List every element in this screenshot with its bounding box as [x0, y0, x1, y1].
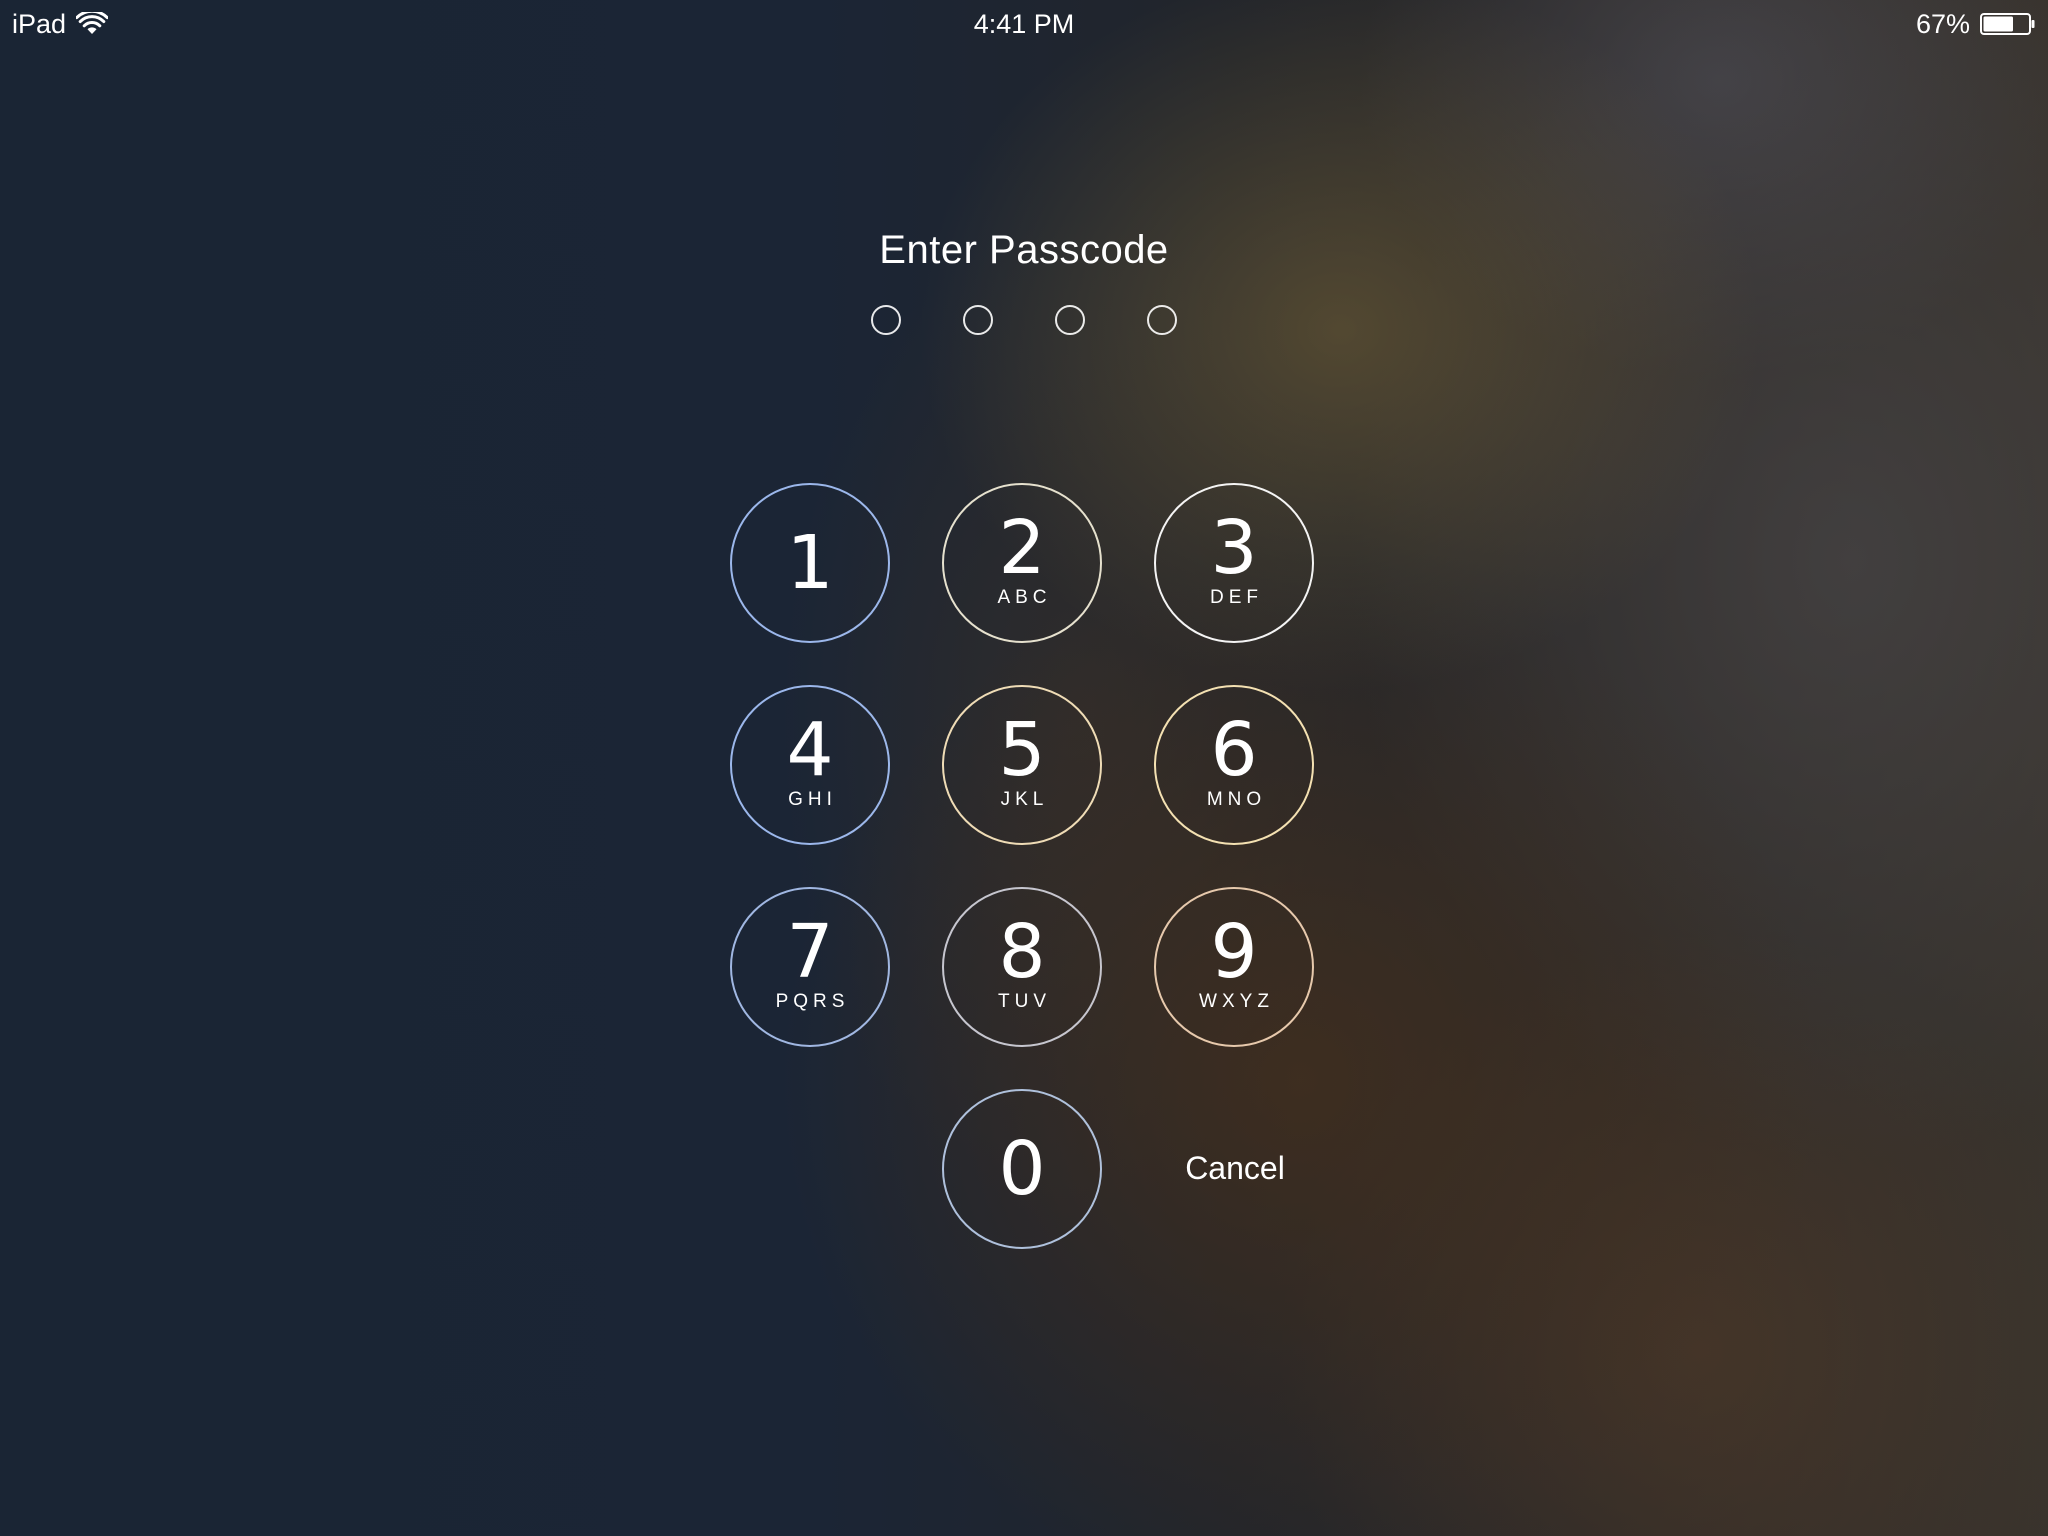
key-letters: ABC — [997, 587, 1052, 608]
passcode-dot — [1055, 305, 1085, 335]
key-digit: 6 — [1210, 707, 1258, 793]
passcode-dot — [871, 305, 901, 335]
status-bar: iPad 4:41 PM 67% — [0, 0, 2048, 48]
battery-percent: 67% — [1915, 9, 1970, 39]
key-letters: MNO — [1206, 789, 1267, 810]
page-title: Enter Passcode — [879, 228, 1169, 272]
key-letters: TUV — [998, 991, 1051, 1012]
battery-status: 67% — [1916, 8, 2036, 40]
key-digit: 8 — [998, 909, 1046, 995]
key-digit: 4 — [786, 707, 834, 793]
key-digit: 7 — [786, 909, 834, 995]
battery-icon — [1980, 13, 2035, 35]
cancel-button[interactable]: Cancel — [1155, 1148, 1315, 1188]
key-4[interactable]: 4 GHI — [730, 685, 890, 845]
passcode-indicator — [0, 305, 2048, 337]
key-8[interactable]: 8 TUV — [942, 887, 1102, 1047]
key-digit: 0 — [998, 1126, 1046, 1212]
key-7[interactable]: 7 PQRS — [730, 887, 890, 1047]
passcode-dot — [1147, 305, 1177, 335]
keypad: 1 2 ABC 3 DEF 4 GHI 5 JKL 6 MNO 7 PQRS 8… — [730, 483, 1318, 1253]
key-digit: 3 — [1210, 505, 1258, 591]
key-3[interactable]: 3 DEF — [1154, 483, 1314, 643]
key-letters: DEF — [1210, 587, 1263, 608]
key-digit: 9 — [1210, 909, 1258, 995]
key-5[interactable]: 5 JKL — [942, 685, 1102, 845]
passcode-dot — [963, 305, 993, 335]
key-digit: 1 — [786, 520, 834, 606]
key-letters: GHI — [788, 789, 837, 810]
key-letters: WXYZ — [1199, 991, 1274, 1012]
key-2[interactable]: 2 ABC — [942, 483, 1102, 643]
key-6[interactable]: 6 MNO — [1154, 685, 1314, 845]
key-9[interactable]: 9 WXYZ — [1154, 887, 1314, 1047]
key-1[interactable]: 1 — [730, 483, 890, 643]
key-0[interactable]: 0 — [942, 1089, 1102, 1249]
key-digit: 2 — [998, 505, 1046, 591]
key-letters: PQRS — [775, 991, 850, 1012]
status-time: 4:41 PM — [973, 9, 1075, 39]
key-letters: JKL — [1000, 789, 1049, 810]
key-digit: 5 — [998, 707, 1046, 793]
